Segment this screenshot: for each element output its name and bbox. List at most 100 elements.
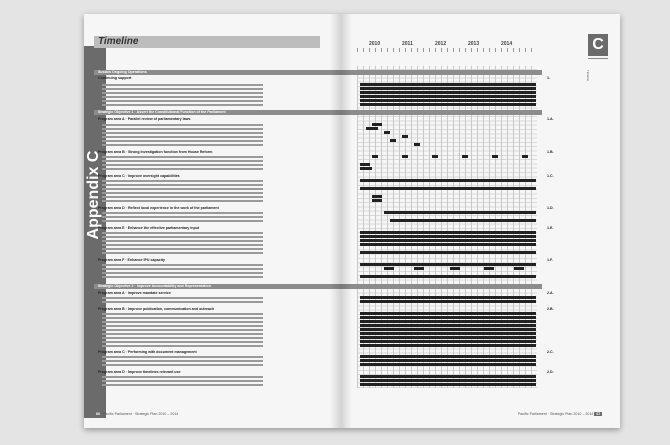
program-code: 1.C. xyxy=(547,174,554,178)
timeline-bar xyxy=(450,267,460,270)
section-title: Strategic Objective 1 · Assert the Const… xyxy=(98,110,226,114)
timeline-bar xyxy=(360,296,536,299)
program-code: 1.B. xyxy=(547,150,554,154)
timeline-bar xyxy=(360,95,536,98)
timeline-bar xyxy=(372,123,382,126)
activity-row xyxy=(102,168,332,170)
program-code: 1.E. xyxy=(547,226,554,230)
timeline-bar xyxy=(390,139,396,142)
activity-row xyxy=(102,192,332,194)
activity-row xyxy=(102,264,332,266)
program-title: Program area A · Improve mandate service xyxy=(98,291,171,295)
program-code: 1.F. xyxy=(547,258,553,262)
timeline-bar xyxy=(402,155,408,158)
timeline-bar xyxy=(360,243,536,246)
timeline-bar xyxy=(360,275,536,278)
activity-row xyxy=(102,96,332,98)
timeline-bar xyxy=(360,103,536,106)
timeline-bar xyxy=(360,300,536,303)
section-band xyxy=(94,70,542,75)
chapter-tab: C xyxy=(588,34,608,56)
footer-publisher-left: Pacific Parliament · Strategic Plan 2010… xyxy=(103,412,179,416)
year-2010: 2010 xyxy=(369,41,381,47)
activity-row xyxy=(102,325,332,327)
timeline-bar xyxy=(360,235,536,238)
activity-row xyxy=(102,104,332,106)
timeline-bar xyxy=(360,383,536,386)
activity-row xyxy=(102,356,332,358)
activity-row xyxy=(102,380,332,382)
activity-row xyxy=(102,252,332,254)
timeline-bar xyxy=(514,267,524,270)
activity-row xyxy=(102,200,332,202)
quarter-markers xyxy=(357,48,537,52)
timeline-bar xyxy=(360,179,536,182)
activity-row xyxy=(102,216,332,218)
activity-row xyxy=(102,384,332,386)
timeline-title: Timeline xyxy=(98,36,139,47)
book-gutter-shadow xyxy=(330,14,352,428)
tab-label: Timeline xyxy=(586,70,590,82)
timeline-bar xyxy=(384,267,394,270)
timeline-bar xyxy=(360,99,536,102)
activity-row xyxy=(102,136,332,138)
timeline-bar xyxy=(522,155,528,158)
timeline-bar xyxy=(360,340,536,343)
program-code: 1. xyxy=(547,76,550,80)
timeline-bar xyxy=(360,359,536,362)
timeline-bar xyxy=(360,167,372,170)
activity-row xyxy=(102,100,332,102)
activity-row xyxy=(102,124,332,126)
timeline-bar xyxy=(360,91,536,94)
timeline-bar xyxy=(360,316,536,319)
activity-row xyxy=(102,156,332,158)
program-code: 2.D. xyxy=(547,370,554,374)
activity-row xyxy=(102,188,332,190)
timeline-bar xyxy=(366,127,378,130)
activity-row xyxy=(102,236,332,238)
timeline-bar xyxy=(360,87,536,90)
timeline-bar xyxy=(360,320,536,323)
program-code: 1.D. xyxy=(547,206,554,210)
program-code: 2.B. xyxy=(547,307,554,311)
tab-divider xyxy=(588,58,608,59)
timeline-bar xyxy=(360,187,536,190)
activity-row xyxy=(102,376,332,378)
activity-row xyxy=(102,301,332,303)
activity-row xyxy=(102,180,332,182)
activity-row xyxy=(102,337,332,339)
activity-row xyxy=(102,276,332,278)
activity-row xyxy=(102,333,332,335)
timeline-bar xyxy=(360,239,536,242)
program-title: Program area A · Parallel review of parl… xyxy=(98,117,191,121)
timeline-bar xyxy=(414,267,424,270)
timeline-bar xyxy=(360,231,536,234)
page-number-right: 67 xyxy=(594,412,603,416)
activity-row xyxy=(102,244,332,246)
activity-row xyxy=(102,196,332,198)
activity-row xyxy=(102,317,332,319)
timeline-bar xyxy=(360,328,536,331)
timeline-bar xyxy=(360,363,536,366)
timeline-bar xyxy=(384,131,390,134)
activity-row xyxy=(102,341,332,343)
program-title: Program area C · Performing with documen… xyxy=(98,350,197,354)
program-code: 2.C. xyxy=(547,350,554,354)
timeline-bar xyxy=(372,195,382,198)
program-title: Continuing support xyxy=(98,76,132,80)
timeline-bar xyxy=(360,163,370,166)
timeline-bar xyxy=(360,312,536,315)
section-title: Strategic Objective 2 · Improve Accounta… xyxy=(98,284,211,288)
activity-row xyxy=(102,321,332,323)
activity-row xyxy=(102,84,332,86)
footer-right: Pacific Parliament · Strategic Plan 2010… xyxy=(518,412,603,416)
timeline-bar xyxy=(492,155,498,158)
footer-left: 66 Pacific Parliament · Strategic Plan 2… xyxy=(94,412,178,416)
book-spread: Appendix C Timeline 2010 2011 2012 2013 … xyxy=(84,14,620,428)
activity-row xyxy=(102,345,332,347)
timeline-bar xyxy=(414,143,420,146)
program-title: Program area C · Improve oversight capab… xyxy=(98,174,180,178)
section-title: Sustain Ongoing Operations xyxy=(98,70,147,74)
program-code: 1.A. xyxy=(547,117,554,121)
timeline-bar xyxy=(360,324,536,327)
